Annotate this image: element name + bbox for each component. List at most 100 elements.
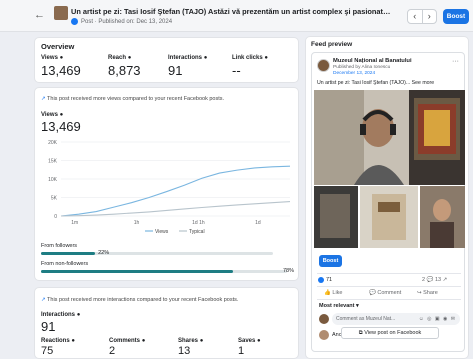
share-label: Share [423, 290, 438, 296]
reaction-summary: 71 [318, 277, 332, 283]
stat-label-saves: Saves [238, 338, 256, 344]
facebook-icon [71, 18, 78, 25]
post-title: Un artist pe zi: Tasi Iosif Ştefan (TAJO… [71, 7, 391, 16]
stat-label-shares: Shares [178, 338, 199, 344]
page-avatar [317, 59, 330, 72]
share-button[interactable]: ↪ Share [417, 290, 438, 296]
stat-label-reactions: Reactions [41, 338, 70, 344]
like-reaction-icon [318, 277, 324, 283]
views-label: Views [41, 112, 58, 118]
post-gallery-images [314, 186, 465, 248]
metric-label-views: Views [41, 55, 58, 61]
x-tick-label: 1h [134, 220, 140, 226]
x-tick-label: 1m [71, 220, 78, 226]
y-tick-label: 20K [48, 140, 58, 146]
stat-value-reactions: 75 [41, 345, 54, 357]
more-options-icon[interactable]: ··· [452, 58, 459, 65]
boost-button[interactable]: Boost [443, 9, 469, 24]
y-tick-label: 15K [48, 159, 58, 165]
view-on-facebook-button[interactable]: ⧉ View post on Facebook [341, 327, 439, 339]
divider [317, 273, 461, 274]
interactions-label: Interactions [41, 312, 76, 318]
info-icon[interactable]: ● [200, 338, 204, 344]
info-icon[interactable]: ● [60, 55, 64, 61]
overview-title: Overview [41, 42, 75, 51]
metric-value-views: 13,469 [41, 63, 81, 78]
nonfollowers-percent: 78% [283, 268, 295, 274]
post-date: December 13, 2024 [333, 71, 376, 76]
overview-card: Overview Views ● 13,469 Reach ● 8,873 In… [34, 37, 299, 83]
commenter-avatar [319, 330, 329, 340]
back-arrow-icon[interactable]: ← [34, 9, 45, 21]
info-icon[interactable]: ● [128, 55, 132, 61]
followers-bar-fill [41, 252, 96, 255]
stat-value-saves: 1 [238, 345, 245, 357]
stat-value-comments: 2 [109, 345, 116, 357]
metric-label-link-clicks: Link clicks [232, 55, 263, 61]
views-comparison-note: ↗ This post received more views compared… [41, 96, 224, 102]
legend-label-typical: Typical [189, 229, 205, 235]
interactions-value: 91 [41, 319, 56, 334]
legend-label-views: Views [155, 229, 169, 235]
views-value: 13,469 [41, 119, 81, 134]
divider [317, 299, 461, 300]
next-post-button[interactable]: › [423, 10, 437, 23]
followers-percent: 22% [98, 250, 110, 256]
preview-boost-button[interactable]: Boost [319, 255, 342, 267]
info-icon[interactable]: ● [77, 312, 81, 318]
post-preview: Muzeul Național al Banatului Published b… [311, 52, 465, 352]
post-caption: Un artist pe zi: Tasi Iosif Ştefan (TAJO… [317, 80, 435, 86]
comment-input-placeholder: Comment as Muzeul Nat... [336, 316, 396, 322]
prev-post-button[interactable]: ‹ [408, 10, 423, 23]
stat-value-shares: 13 [178, 345, 191, 357]
y-tick-label: 0 [54, 214, 57, 220]
views-card: ↗ This post received more views compared… [34, 87, 299, 281]
published-by: Published by Alina Ionescu [333, 65, 391, 70]
x-tick-label: 1d 1h [192, 220, 205, 226]
feed-preview-card: Feed preview Muzeul Național al Banatulu… [305, 36, 469, 359]
reaction-count: 71 [326, 277, 333, 283]
interactions-card: ↗ This post received more interactions c… [34, 287, 299, 359]
info-icon[interactable]: ● [142, 338, 146, 344]
series-line-views [60, 165, 291, 217]
like-button[interactable]: 👍 Like [324, 290, 342, 296]
divider [317, 286, 461, 287]
post-published-date: Post · Published on: Dec 13, 2024 [81, 18, 173, 25]
comment-emoji-icons[interactable]: ☺ ◎ ▣ ◉ ✉ [419, 313, 456, 325]
comment-input[interactable]: Comment as Muzeul Nat... ☺ ◎ ▣ ◉ ✉ [332, 313, 460, 325]
comment-share-counts: 2 💬 13 ↗ [422, 277, 448, 283]
stat-label-comments: Comments [109, 338, 141, 344]
like-label: Like [332, 290, 343, 296]
y-tick-label: 10K [48, 177, 58, 183]
info-icon[interactable]: ● [264, 55, 268, 61]
nonfollowers-bar-fill [41, 270, 233, 273]
from-nonfollowers-label: From non-followers [41, 261, 89, 267]
post-main-image [314, 90, 465, 185]
x-tick-label: 1d [255, 220, 261, 226]
page-name: Muzeul Național al Banatului [333, 58, 412, 64]
feed-preview-title: Feed preview [311, 41, 353, 48]
from-followers-label: From followers [41, 243, 78, 249]
info-icon[interactable]: ● [257, 338, 261, 344]
y-tick-label: 5K [51, 196, 58, 202]
metric-value-interactions: 91 [168, 63, 183, 78]
comment-label: Comment [377, 290, 402, 296]
comment-button[interactable]: 💬 Comment [369, 290, 401, 296]
metric-value-link-clicks: -- [232, 63, 241, 78]
metric-value-reach: 8,873 [108, 63, 141, 78]
post-header: ← Un artist pe zi: Tasi Iosif Ştefan (TA… [0, 0, 473, 32]
commenter-avatar [319, 314, 329, 324]
info-icon[interactable]: ● [71, 338, 75, 344]
interactions-note-text: This post received more interactions com… [47, 297, 239, 303]
post-meta: Post · Published on: Dec 13, 2024 [71, 18, 172, 25]
info-icon[interactable]: ● [204, 55, 208, 61]
comment-sort-dropdown[interactable]: Most relevant ▾ [319, 303, 359, 309]
series-line-typical [60, 201, 291, 217]
metric-label-interactions: Interactions [168, 55, 203, 61]
interactions-comparison-note: ↗ This post received more interactions c… [41, 297, 238, 303]
metric-label-reach: Reach [108, 55, 127, 61]
views-line-chart: 0 5K 10K 15K 20K 1m 1h 1d 1h 1d Views Typical [48, 140, 291, 235]
info-icon[interactable]: ● [60, 112, 64, 118]
views-note-text: This post received more views compared t… [47, 96, 225, 102]
post-thumbnail [54, 6, 68, 20]
